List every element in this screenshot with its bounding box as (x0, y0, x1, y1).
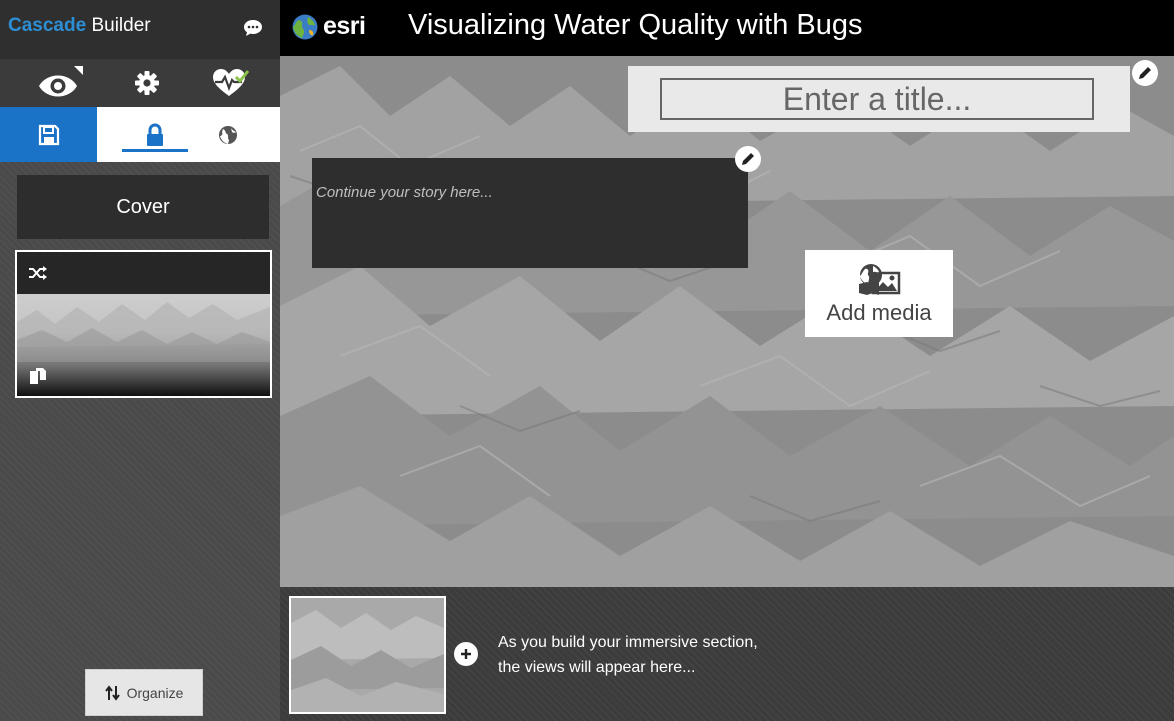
add-media-label: Add media (826, 299, 932, 325)
terrain-background (280, 56, 1174, 587)
brand-bar: Cascade Builder (0, 0, 280, 59)
brand-builder: Builder (86, 15, 151, 36)
add-view-button[interactable] (454, 642, 478, 666)
save-button[interactable] (0, 107, 97, 162)
comment-icon[interactable] (243, 19, 263, 37)
plus-icon (460, 648, 472, 660)
cover-section-button[interactable]: Cover (17, 175, 269, 239)
health-check-button[interactable] (205, 59, 255, 107)
app-brand: Cascade Builder (8, 15, 151, 37)
view-thumbnail[interactable] (289, 596, 446, 714)
builder-toolbar (0, 59, 280, 107)
esri-wordmark: esri (323, 12, 366, 40)
esri-globe-icon (291, 13, 319, 41)
section-thumbnail[interactable] (15, 250, 272, 398)
esri-logo[interactable]: esri (291, 12, 366, 41)
add-media-button[interactable]: Add media (805, 250, 953, 337)
builder-sidebar: Cascade Builder Cover Organize (0, 0, 280, 721)
organize-button[interactable]: Organize (85, 669, 203, 716)
title-input[interactable]: Enter a title... (660, 78, 1094, 120)
media-icon (857, 262, 901, 296)
shuffle-icon (29, 266, 47, 280)
preview-button[interactable] (25, 59, 95, 107)
heartbeat-check-icon (211, 68, 249, 98)
settings-button[interactable] (122, 59, 172, 107)
pencil-icon (1138, 66, 1152, 80)
save-icon (38, 124, 60, 146)
gear-icon (134, 70, 160, 96)
brand-cascade: Cascade (8, 15, 87, 36)
story-title: Visualizing Water Quality with Bugs (408, 9, 863, 41)
pencil-icon (741, 152, 755, 166)
share-public-button[interactable] (205, 107, 250, 162)
section-thumbnail-header (17, 252, 270, 294)
duplicate-icon[interactable] (29, 367, 47, 385)
title-panel[interactable]: Enter a title... (628, 66, 1130, 132)
edit-title-button[interactable] (1132, 60, 1158, 86)
globe-icon (218, 125, 238, 145)
views-strip: As you build your immersive section, the… (280, 587, 1174, 721)
views-message-line1: As you build your immersive section, (498, 634, 758, 651)
save-share-bar (0, 107, 280, 162)
story-header: esri Visualizing Water Quality with Bugs (280, 0, 1174, 56)
views-message-line2: the views will appear here... (498, 659, 696, 676)
active-tab-indicator (122, 149, 188, 152)
edit-story-button[interactable] (735, 146, 761, 172)
share-private-button[interactable] (120, 107, 190, 162)
views-placeholder-message: As you build your immersive section, the… (498, 630, 758, 680)
organize-label: Organize (126, 684, 184, 701)
story-placeholder: Continue your story here... (316, 184, 493, 201)
sort-icon (104, 684, 121, 701)
story-text-panel[interactable]: Continue your story here... (312, 158, 748, 268)
eye-icon (37, 66, 83, 100)
lock-icon (145, 123, 165, 147)
section-canvas: Enter a title... Continue your story her… (280, 56, 1174, 587)
